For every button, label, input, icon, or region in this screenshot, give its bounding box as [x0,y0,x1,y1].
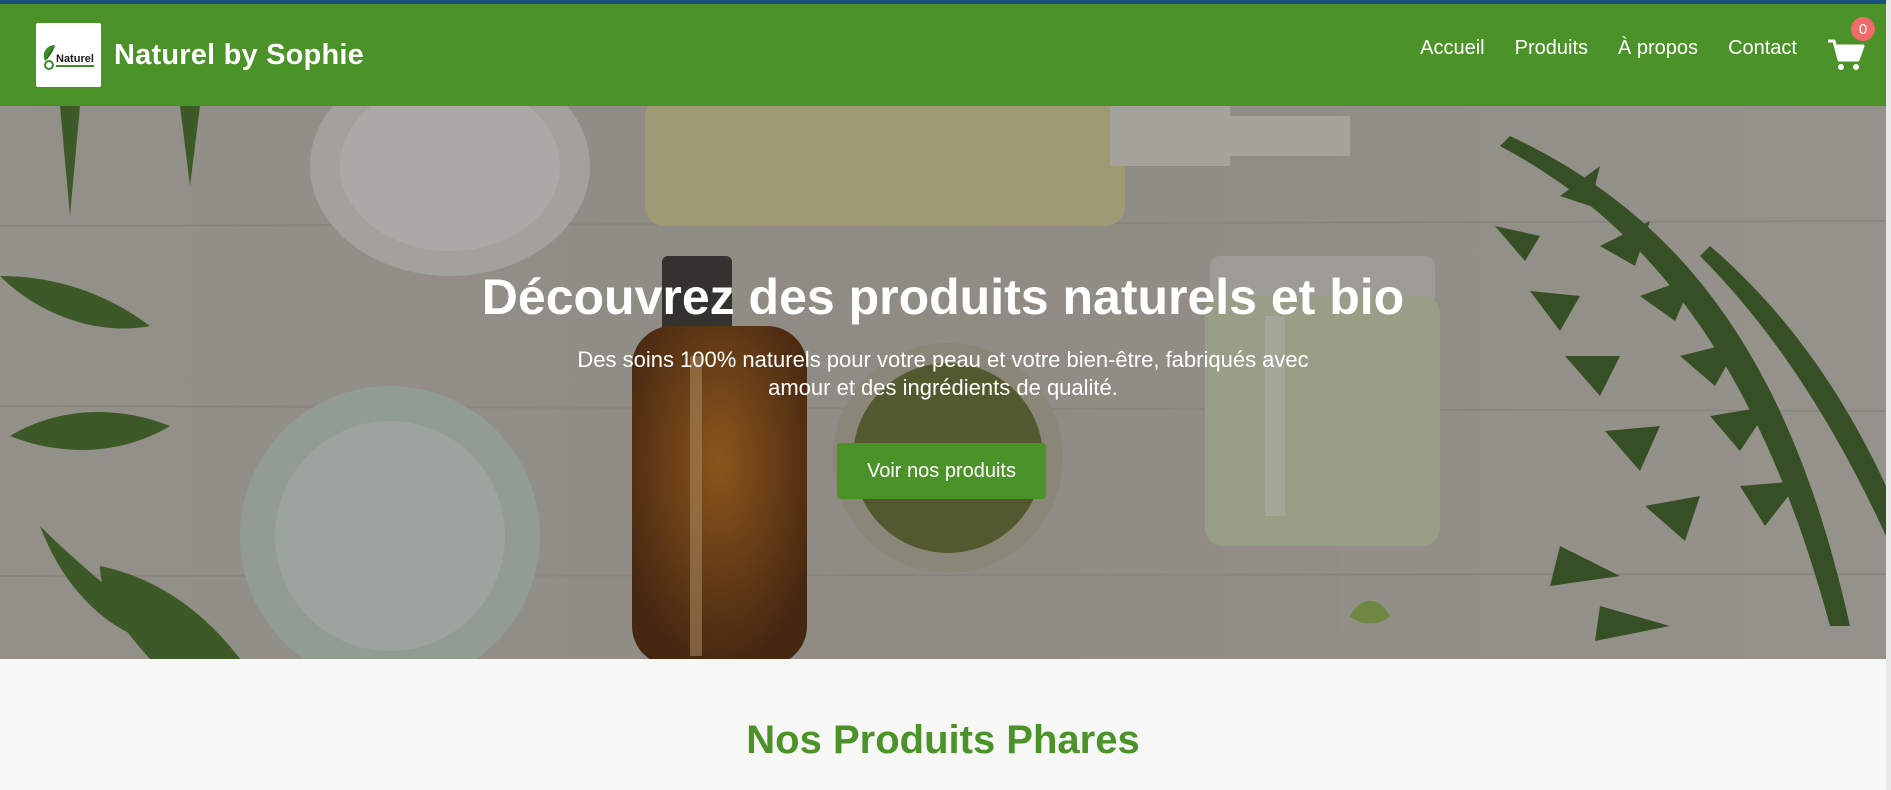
scrollbar-track[interactable] [1886,0,1891,790]
view-products-button[interactable]: Voir nos produits [837,443,1046,499]
nav-a-propos[interactable]: À propos [1618,37,1698,60]
logo[interactable]: Naturel [36,23,101,87]
cart-count-badge: 0 [1851,17,1875,41]
page: Naturel Naturel by Sophie Accueil Produi… [0,0,1891,790]
nav-produits[interactable]: Produits [1515,37,1588,60]
hero-content: Découvrez des produits naturels et bio D… [0,106,1886,659]
hero-banner: Découvrez des produits naturels et bio D… [0,106,1886,659]
nav-accueil[interactable]: Accueil [1420,37,1484,60]
hero-subtitle: Des soins 100% naturels pour votre peau … [577,347,1309,400]
logo-text: Naturel [56,53,94,65]
featured-products-title: Nos Produits Phares [746,718,1140,762]
site-header: Naturel Naturel by Sophie Accueil Produi… [0,0,1891,106]
nav-contact[interactable]: Contact [1728,37,1797,60]
cart-button[interactable]: 0 [1827,17,1875,74]
brand-name[interactable]: Naturel by Sophie [114,39,364,72]
main-nav: Accueil Produits À propos Contact 0 [1390,4,1875,104]
cart-icon [1828,39,1865,70]
leaf-logo-icon: Naturel [43,45,94,70]
hero-title: Découvrez des produits naturels et bio [481,269,1405,325]
